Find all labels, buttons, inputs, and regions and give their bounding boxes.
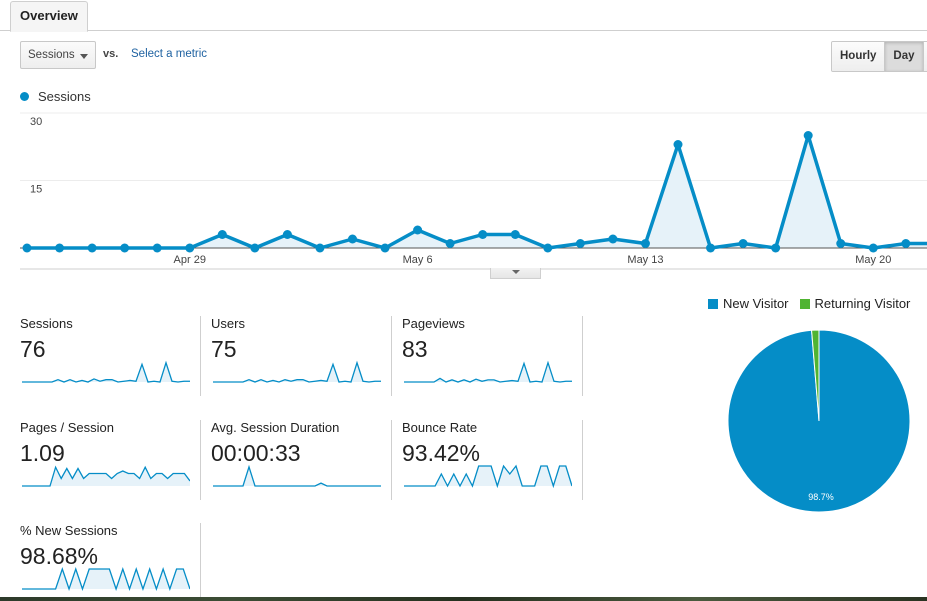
legend-label: New Visitor	[723, 296, 789, 311]
data-point[interactable]	[868, 243, 878, 253]
tab-overview[interactable]: Overview	[10, 1, 88, 32]
data-point[interactable]	[282, 230, 292, 239]
scorecard-label: % New Sessions	[20, 523, 118, 538]
scorecard-new-sessions[interactable]: % New Sessions 98.68%	[20, 523, 201, 597]
scorecard-pageviews[interactable]: Pageviews 83	[402, 316, 583, 396]
sparkline	[22, 465, 190, 487]
data-point[interactable]	[185, 243, 195, 253]
expand-chart-button[interactable]	[490, 268, 541, 279]
x-tick-label: May 6	[403, 254, 433, 266]
data-point[interactable]	[152, 243, 162, 253]
data-point[interactable]	[706, 243, 716, 253]
data-point[interactable]	[803, 131, 813, 140]
legend-swatch-icon	[799, 299, 810, 309]
granularity-toggle: Hourly Day W	[831, 41, 927, 72]
tab-bar: Overview	[0, 0, 927, 32]
granularity-day-button[interactable]: Day	[885, 42, 924, 71]
pie-legend-new[interactable]: New Visitor	[708, 296, 789, 311]
data-point[interactable]	[348, 234, 357, 244]
data-point[interactable]	[771, 243, 781, 253]
data-point[interactable]	[413, 225, 423, 235]
visitor-pie-chart[interactable]: 98.7%	[726, 328, 912, 514]
sparkline	[22, 360, 190, 383]
data-point[interactable]	[250, 243, 260, 253]
x-tick-label: Apr 29	[174, 254, 206, 266]
data-point[interactable]	[901, 239, 911, 248]
sparkline	[404, 464, 572, 488]
scorecard-avg-session-duration[interactable]: Avg. Session Duration 00:00:33	[211, 420, 392, 500]
pie-slice-label: 98.7%	[808, 492, 834, 502]
data-point[interactable]	[836, 239, 846, 248]
data-point[interactable]	[22, 243, 32, 253]
y-tick-label: 15	[30, 184, 42, 196]
sparkline-fill	[213, 466, 381, 486]
sparkline	[213, 464, 381, 487]
scorecard-label: Bounce Rate	[402, 420, 478, 435]
caret-down-icon	[512, 270, 520, 274]
y-tick-label: 30	[30, 116, 42, 128]
sessions-line-chart[interactable]: 15 30 Apr 29 May 6 May 13 May 20	[0, 105, 927, 270]
vs-label: vs.	[103, 48, 119, 60]
legend-dot-icon	[20, 92, 29, 101]
data-point[interactable]	[478, 230, 488, 239]
data-point[interactable]	[738, 239, 748, 248]
legend-label: Sessions	[38, 89, 91, 104]
scorecard-label: Pages / Session	[20, 420, 114, 435]
data-point[interactable]	[380, 243, 390, 253]
scorecard-bounce-rate[interactable]: Bounce Rate 93.42%	[402, 420, 583, 500]
scorecard-label: Sessions	[20, 316, 73, 331]
granularity-week-button[interactable]: W	[923, 42, 927, 71]
scorecard-sessions[interactable]: Sessions 76	[20, 316, 201, 396]
data-point[interactable]	[640, 239, 650, 248]
data-point[interactable]	[608, 234, 618, 244]
granularity-hourly-button[interactable]: Hourly	[832, 42, 886, 71]
pie-legend: New Visitor Returning Visitor	[708, 296, 910, 311]
scorecard-pages-session[interactable]: Pages / Session 1.09	[20, 420, 201, 500]
chart-legend: Sessions	[20, 89, 91, 104]
sparkline	[404, 360, 572, 383]
data-point[interactable]	[315, 243, 325, 253]
sparkline-line	[213, 464, 381, 487]
data-point[interactable]	[55, 243, 65, 253]
legend-label: Returning Visitor	[814, 296, 911, 311]
data-point[interactable]	[543, 243, 553, 253]
x-tick-label: May 20	[855, 254, 891, 266]
scorecard-label: Avg. Session Duration	[211, 420, 340, 435]
data-point[interactable]	[120, 243, 130, 253]
select-metric-link[interactable]: Select a metric	[131, 48, 207, 60]
data-point[interactable]	[510, 230, 520, 239]
data-point[interactable]	[87, 243, 97, 253]
legend-swatch-icon	[708, 299, 718, 309]
sparkline	[213, 360, 381, 383]
metric-select-value: Sessions	[28, 49, 75, 61]
sparkline	[22, 566, 190, 591]
data-point[interactable]	[575, 239, 585, 248]
data-point[interactable]	[445, 239, 455, 248]
scorecard-label: Pageviews	[402, 316, 465, 331]
data-point[interactable]	[673, 140, 683, 149]
scorecard-users[interactable]: Users 75	[211, 316, 392, 396]
x-tick-label: May 13	[627, 254, 663, 266]
metric-select[interactable]: Sessions	[20, 41, 96, 69]
sparkline-fill	[404, 466, 572, 486]
desktop-background	[0, 597, 927, 601]
chevron-down-icon	[80, 54, 88, 59]
pie-legend-returning[interactable]: Returning Visitor	[799, 296, 911, 311]
scorecard-label: Users	[211, 316, 245, 331]
data-point[interactable]	[217, 230, 227, 239]
